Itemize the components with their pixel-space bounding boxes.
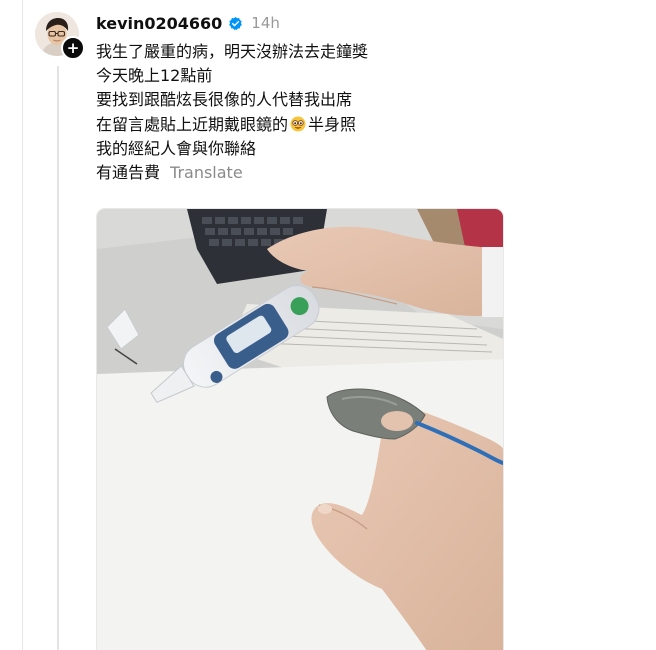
post-line-5: 我的經紀人會與你聯絡	[96, 138, 257, 158]
post-body: 我生了嚴重的病，明天沒辦法去走鐘獎 今天晚上12點前 要找到跟酷炫長很像的人代替…	[96, 40, 616, 185]
author-avatar[interactable]: +	[35, 12, 85, 60]
post-photo[interactable]	[96, 208, 504, 650]
verified-badge-icon	[228, 16, 243, 31]
post-header: kevin0204660 14h	[96, 11, 280, 35]
author-username[interactable]: kevin0204660	[96, 14, 222, 33]
post-line-4-suffix: 半身照	[308, 114, 357, 134]
post-line-1: 我生了嚴重的病，明天沒辦法去走鐘獎	[96, 42, 369, 61]
post-line-6-text: 有通告費	[96, 162, 161, 182]
post-line-4: 在留言處貼上近期戴眼鏡的 半身照	[96, 113, 616, 137]
post-line-4-text: 在留言處貼上近期戴眼鏡的	[96, 114, 289, 134]
column-divider	[22, 0, 23, 650]
post-line-2: 今天晚上12點前	[96, 66, 213, 86]
post-line-3: 要找到跟酷炫長很像的人代替我出席	[96, 90, 353, 110]
post-timestamp[interactable]: 14h	[251, 14, 280, 32]
post-line-6: 有通告費 Translate	[96, 161, 616, 185]
thread-connector-line	[57, 66, 59, 650]
translate-link[interactable]: Translate	[170, 163, 243, 182]
thread-post-view: + kevin0204660 14h 我生了嚴重的病，明天沒辦法去走鐘獎 今天晚…	[0, 0, 656, 650]
follow-plus-icon[interactable]: +	[61, 36, 85, 60]
glasses-face-emoji-icon	[290, 115, 306, 132]
